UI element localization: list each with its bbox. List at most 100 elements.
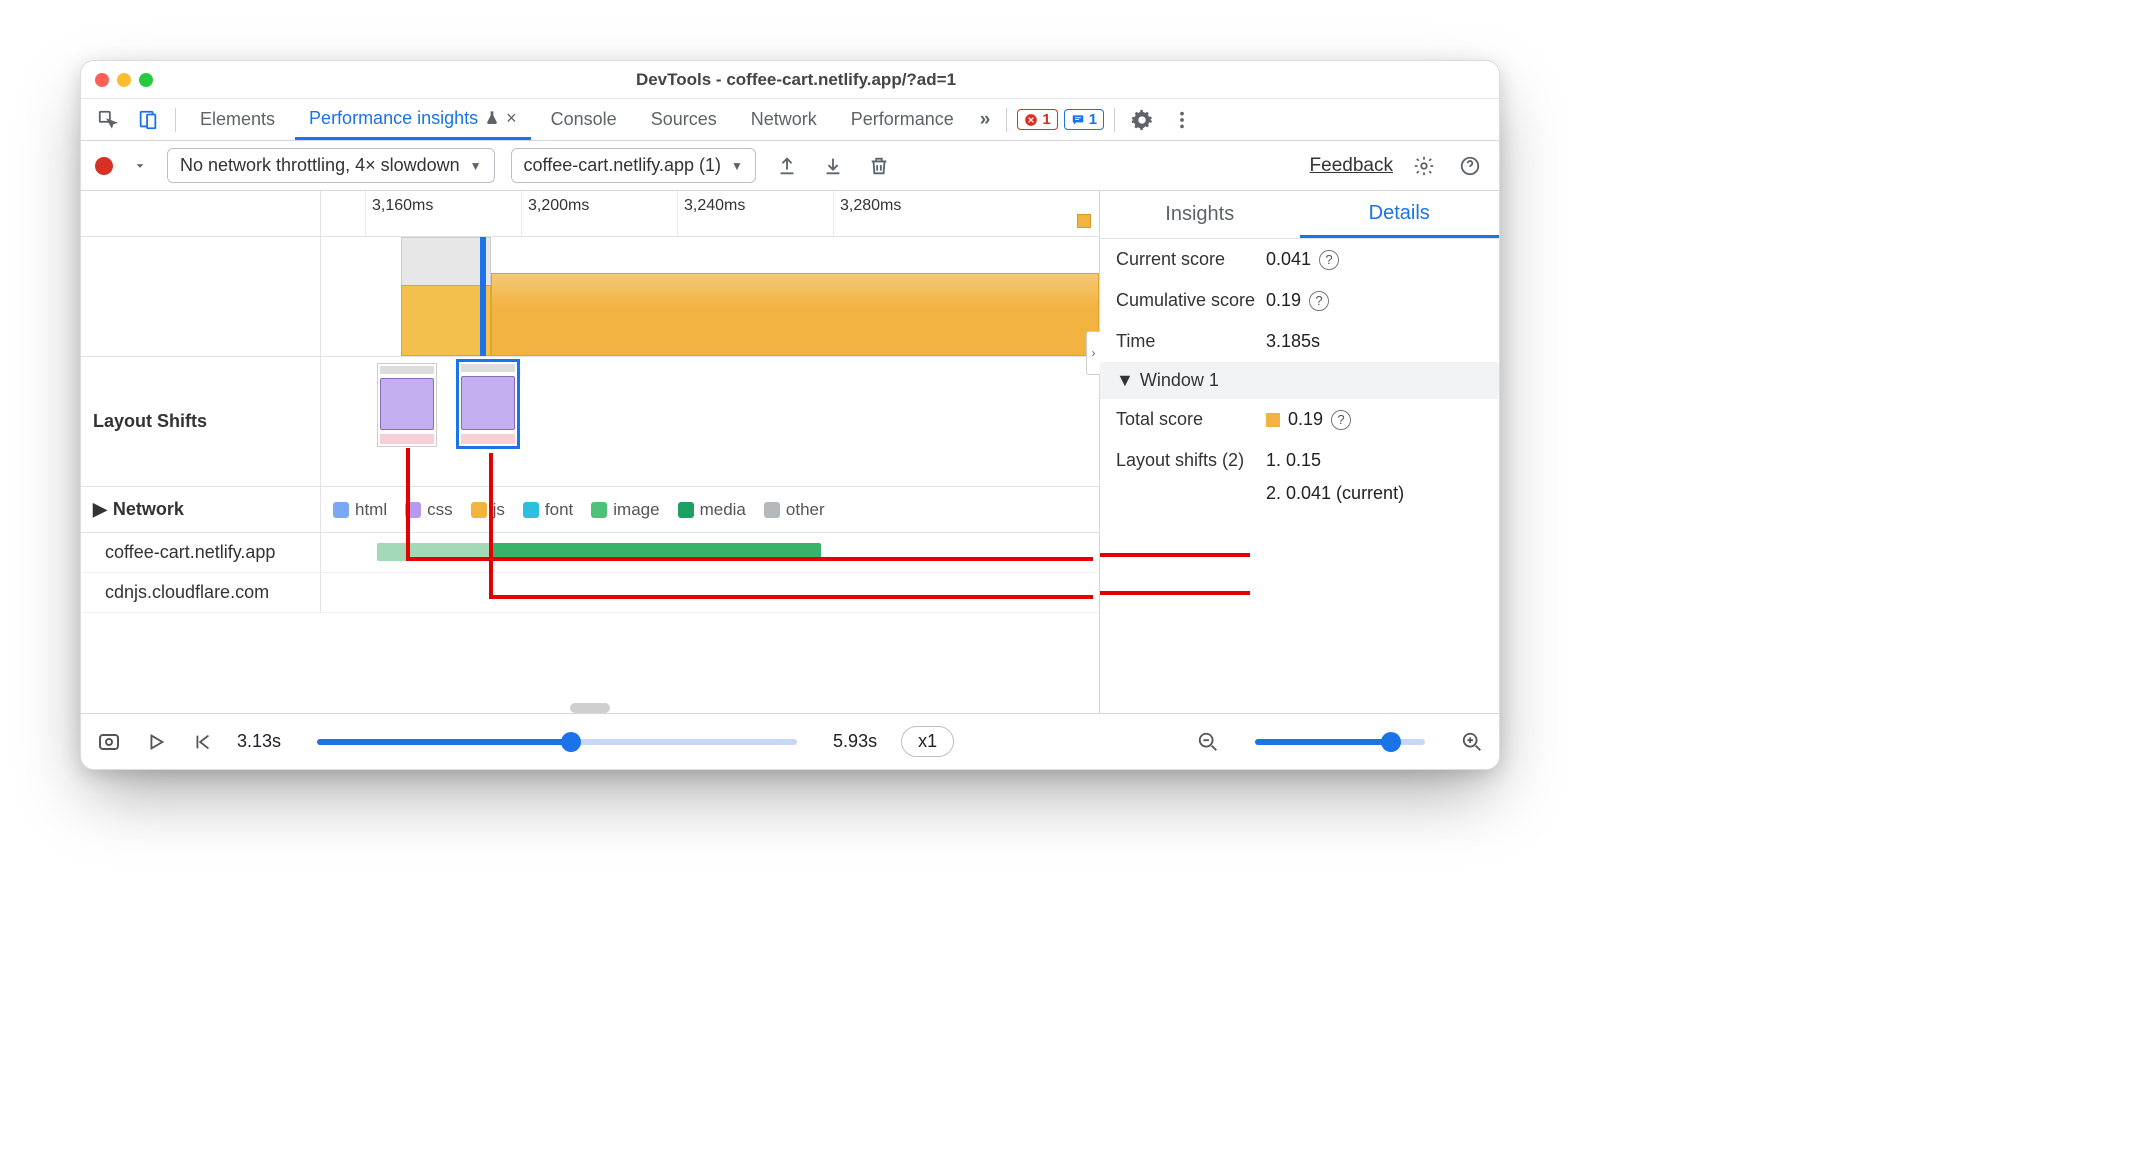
preview-icon[interactable] <box>97 730 121 754</box>
settings-gear-icon[interactable] <box>1409 151 1439 181</box>
window-section-header[interactable]: ▼ Window 1 <box>1100 362 1499 399</box>
annotation-line <box>406 448 410 561</box>
tab-console[interactable]: Console <box>537 99 631 140</box>
js-marker-icon[interactable] <box>1077 214 1091 228</box>
playback-speed[interactable]: x1 <box>901 726 954 757</box>
throttling-select[interactable]: No network throttling, 4× slowdown ▼ <box>167 148 495 183</box>
window-titlebar: DevTools - coffee-cart.netlify.app/?ad=1 <box>81 61 1499 99</box>
task-block[interactable] <box>401 285 491 356</box>
selected-time-marker <box>480 237 486 356</box>
horizontal-scroll-thumb[interactable] <box>570 703 610 713</box>
annotation-line <box>406 557 1093 561</box>
legend-image: image <box>613 500 659 520</box>
layout-shifts-row: Layout Shifts <box>81 357 1099 487</box>
record-button[interactable] <box>95 157 113 175</box>
tab-details-side[interactable]: Details <box>1300 191 1500 238</box>
zoom-in-icon[interactable] <box>1461 731 1483 753</box>
row-label: Layout Shifts <box>93 411 207 432</box>
annotation-line <box>1100 553 1250 557</box>
help-icon[interactable] <box>1455 151 1485 181</box>
legend-font: font <box>545 500 573 520</box>
panel-tabbar: Elements Performance insights × Console … <box>81 99 1499 141</box>
timeline-panel: 3,160ms 3,200ms 3,240ms 3,280ms <box>81 191 1099 713</box>
tab-network[interactable]: Network <box>737 99 831 140</box>
feedback-link[interactable]: Feedback <box>1310 155 1393 177</box>
window-title: DevTools - coffee-cart.netlify.app/?ad=1 <box>107 70 1485 90</box>
tab-sources[interactable]: Sources <box>637 99 731 140</box>
timeline-ruler[interactable]: 3,160ms 3,200ms 3,240ms 3,280ms <box>81 191 1099 237</box>
help-icon[interactable]: ? <box>1309 291 1329 311</box>
cumulative-score-label: Cumulative score <box>1116 290 1266 311</box>
layout-shift-item[interactable]: 1. 0.15 <box>1266 450 1321 471</box>
messages-pill[interactable]: 1 <box>1064 109 1104 130</box>
help-icon[interactable]: ? <box>1319 250 1339 270</box>
playback-start-time: 3.13s <box>237 731 281 752</box>
annotation-line <box>1100 591 1250 595</box>
device-toolbar-icon[interactable] <box>131 105 165 135</box>
cumulative-score-value: 0.19 <box>1266 290 1301 311</box>
legend-css: css <box>427 500 453 520</box>
current-score-label: Current score <box>1116 249 1266 270</box>
network-host-row[interactable]: cdnjs.cloudflare.com <box>81 573 1099 613</box>
host-label: coffee-cart.netlify.app <box>105 542 275 563</box>
devtools-window: DevTools - coffee-cart.netlify.app/?ad=1… <box>80 60 1500 770</box>
host-label: cdnjs.cloudflare.com <box>105 582 269 603</box>
tab-performance-insights[interactable]: Performance insights × <box>295 99 531 140</box>
help-icon[interactable]: ? <box>1331 410 1351 430</box>
playback-slider[interactable] <box>317 739 797 745</box>
more-tabs-icon[interactable]: » <box>974 105 997 135</box>
annotation-line <box>489 453 493 599</box>
error-icon <box>1024 113 1038 127</box>
timeline-tick: 3,160ms <box>365 191 433 236</box>
sidebar-collapse-icon[interactable]: › <box>1086 331 1100 375</box>
import-icon[interactable] <box>818 151 848 181</box>
row-expand-icon[interactable]: ▶ <box>93 499 107 520</box>
playback-footer: 3.13s 5.93s x1 <box>81 713 1499 769</box>
legend-html: html <box>355 500 387 520</box>
main-thread-row[interactable] <box>81 237 1099 357</box>
recording-select[interactable]: coffee-cart.netlify.app (1) ▼ <box>511 148 756 183</box>
chevron-down-icon: ▼ <box>1116 370 1134 391</box>
settings-icon[interactable] <box>1125 105 1159 135</box>
layout-shift-thumb-selected[interactable] <box>456 359 520 449</box>
layout-shifts-label: Layout shifts (2) <box>1116 450 1266 471</box>
rewind-icon[interactable] <box>191 731 213 753</box>
current-score-value: 0.041 <box>1266 249 1311 270</box>
tab-insights-side[interactable]: Insights <box>1100 191 1300 238</box>
legend-js: js <box>493 500 505 520</box>
time-value: 3.185s <box>1266 331 1320 352</box>
delete-icon[interactable] <box>864 151 894 181</box>
total-score-label: Total score <box>1116 409 1266 430</box>
record-options-dropdown[interactable] <box>129 155 151 177</box>
total-score-value: 0.19 <box>1288 409 1323 430</box>
play-icon[interactable] <box>145 731 167 753</box>
legend-other: other <box>786 500 825 520</box>
details-panel: › Insights Details Current score 0.041? … <box>1099 191 1499 713</box>
close-tab-icon[interactable]: × <box>506 108 517 129</box>
layout-shift-thumb[interactable] <box>377 363 437 447</box>
flask-icon <box>484 110 500 126</box>
tab-elements[interactable]: Elements <box>186 99 289 140</box>
task-block[interactable] <box>491 273 1099 356</box>
timeline-tick: 3,280ms <box>833 191 901 236</box>
errors-pill[interactable]: 1 <box>1017 109 1057 130</box>
zoom-out-icon[interactable] <box>1197 731 1219 753</box>
kebab-menu-icon[interactable] <box>1165 105 1199 135</box>
warning-swatch-icon <box>1266 413 1280 427</box>
network-host-row[interactable]: coffee-cart.netlify.app <box>81 533 1099 573</box>
zoom-slider[interactable] <box>1255 739 1425 745</box>
row-label: Network <box>113 499 184 520</box>
export-icon[interactable] <box>772 151 802 181</box>
timeline-tick: 3,200ms <box>521 191 589 236</box>
chevron-down-icon: ▼ <box>731 159 743 173</box>
chat-icon <box>1071 113 1085 127</box>
tab-performance[interactable]: Performance <box>837 99 968 140</box>
chevron-down-icon: ▼ <box>470 159 482 173</box>
inspect-element-icon[interactable] <box>91 105 125 135</box>
timeline-tick: 3,240ms <box>677 191 745 236</box>
network-legend-row[interactable]: ▶ Network html css js font image media ot… <box>81 487 1099 533</box>
playback-end-time: 5.93s <box>833 731 877 752</box>
insights-toolbar: No network throttling, 4× slowdown ▼ cof… <box>81 141 1499 191</box>
legend-media: media <box>700 500 746 520</box>
layout-shift-item[interactable]: 2. 0.041 (current) <box>1266 483 1404 504</box>
